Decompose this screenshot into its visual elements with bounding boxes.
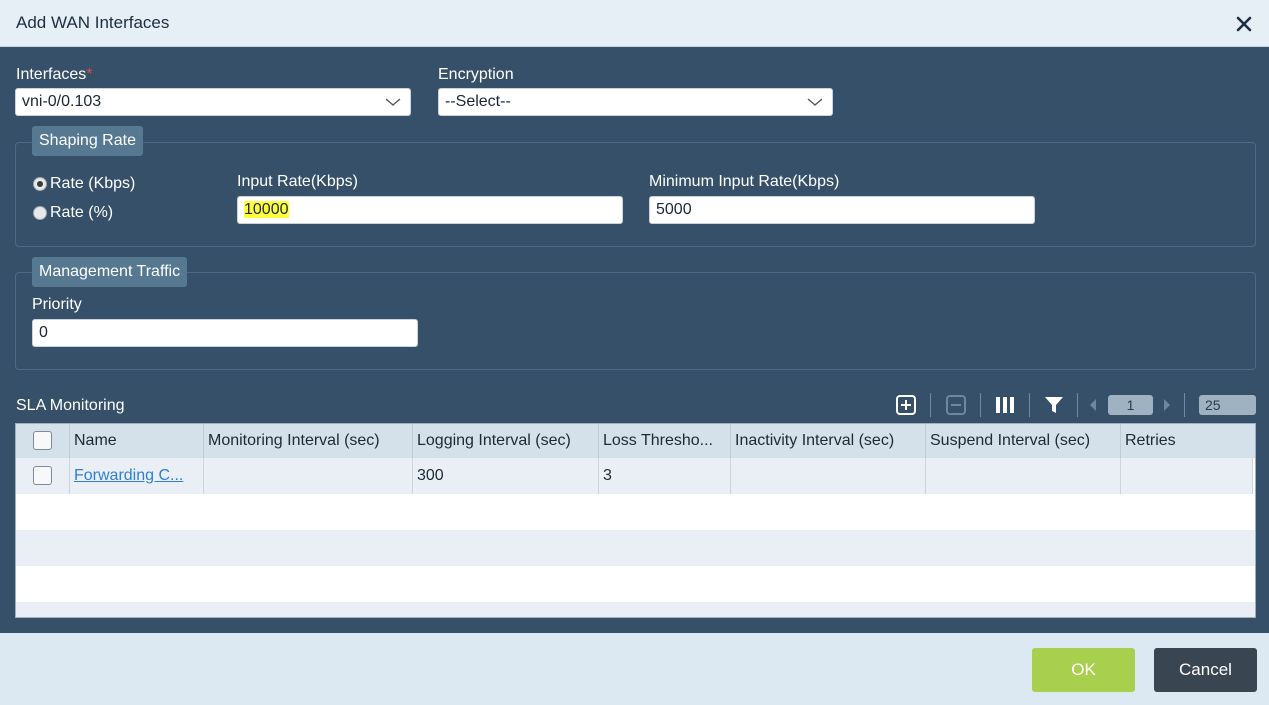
dialog-title: Add WAN Interfaces xyxy=(16,13,170,32)
suspend-cell xyxy=(926,458,1121,494)
interfaces-select[interactable]: vni-0/0.103 xyxy=(15,88,411,116)
rate-percent-radio[interactable]: Rate (%) xyxy=(33,204,113,222)
monitoring-cell xyxy=(204,458,413,494)
encryption-value: --Select-- xyxy=(445,93,511,110)
toolbar-divider xyxy=(1029,393,1030,417)
columns-icon[interactable] xyxy=(994,394,1016,416)
prev-page-icon[interactable] xyxy=(1086,394,1100,416)
add-icon[interactable] xyxy=(895,394,917,416)
page-size-select[interactable]: 25 xyxy=(1199,395,1256,415)
priority-input[interactable]: 0 xyxy=(32,319,418,347)
min-input-rate-label: Minimum Input Rate(Kbps) xyxy=(649,173,840,190)
row-checkbox-cell xyxy=(16,458,70,494)
page-number-input[interactable]: 1 xyxy=(1108,395,1153,415)
shaping-rate-legend: Shaping Rate xyxy=(32,126,143,156)
chevron-down-icon xyxy=(807,98,823,106)
inactivity-cell xyxy=(731,458,926,494)
radio-unselected-icon xyxy=(33,206,47,220)
column-header[interactable]: Inactivity Interval (sec) xyxy=(731,424,926,458)
table-header: Name Monitoring Interval (sec) Logging I… xyxy=(16,424,1255,458)
priority-label: Priority xyxy=(32,296,82,313)
management-traffic-legend: Management Traffic xyxy=(32,257,188,287)
retries-cell xyxy=(1121,458,1253,494)
logging-cell: 300 xyxy=(413,458,599,494)
column-header[interactable]: Suspend Interval (sec) xyxy=(926,424,1121,458)
select-all-checkbox[interactable] xyxy=(33,431,52,450)
toolbar-divider xyxy=(1077,393,1078,417)
required-mark: * xyxy=(86,66,93,83)
toolbar-divider xyxy=(1184,393,1185,417)
interfaces-value: vni-0/0.103 xyxy=(22,93,102,110)
input-rate-value: 10000 xyxy=(244,201,289,218)
close-icon[interactable] xyxy=(1233,10,1255,36)
shaping-rate-fieldset xyxy=(15,142,1256,247)
header-checkbox-cell xyxy=(16,424,70,458)
table-row[interactable]: Forwarding C... 300 3 xyxy=(16,458,1253,494)
column-header[interactable]: Monitoring Interval (sec) xyxy=(204,424,413,458)
priority-value: 0 xyxy=(39,324,48,341)
toolbar-divider xyxy=(930,393,931,417)
interfaces-label: Interfaces* xyxy=(16,66,93,83)
min-input-rate-value: 5000 xyxy=(656,201,692,218)
row-name-link[interactable]: Forwarding C... xyxy=(74,467,183,484)
column-header[interactable]: Name xyxy=(70,424,204,458)
next-page-icon[interactable] xyxy=(1160,394,1174,416)
min-input-rate-input[interactable]: 5000 xyxy=(649,196,1035,224)
input-rate-label: Input Rate(Kbps) xyxy=(237,173,358,190)
row-checkbox[interactable] xyxy=(33,466,52,485)
column-header[interactable]: Logging Interval (sec) xyxy=(413,424,599,458)
input-rate-input[interactable]: 10000 xyxy=(237,196,623,224)
name-cell: Forwarding C... xyxy=(70,458,204,494)
rate-kbps-radio[interactable]: Rate (Kbps) xyxy=(33,175,135,193)
ok-button[interactable]: OK xyxy=(1032,648,1135,692)
encryption-label: Encryption xyxy=(438,66,514,83)
empty-row xyxy=(16,494,1255,530)
sla-monitoring-title: SLA Monitoring xyxy=(16,397,125,414)
column-header[interactable]: Loss Thresho... xyxy=(599,424,731,458)
filter-icon[interactable] xyxy=(1043,394,1065,416)
rate-percent-label: Rate (%) xyxy=(50,204,114,221)
encryption-select[interactable]: --Select-- xyxy=(438,88,833,116)
dialog-titlebar: Add WAN Interfaces xyxy=(0,0,1269,47)
remove-icon[interactable] xyxy=(945,394,967,416)
empty-row xyxy=(16,602,1255,617)
toolbar-divider xyxy=(980,393,981,417)
empty-row xyxy=(16,566,1255,602)
dialog-body: Interfaces* vni-0/0.103 Encryption --Sel… xyxy=(0,47,1269,633)
empty-row xyxy=(16,530,1255,566)
column-header[interactable]: Retries xyxy=(1121,424,1255,458)
loss-threshold-cell: 3 xyxy=(599,458,731,494)
chevron-down-icon xyxy=(385,98,401,106)
sla-table: Name Monitoring Interval (sec) Logging I… xyxy=(15,423,1256,618)
dialog-footer: OK Cancel xyxy=(0,633,1269,705)
radio-selected-icon xyxy=(33,177,47,191)
rate-kbps-label: Rate (Kbps) xyxy=(50,175,136,192)
cancel-button[interactable]: Cancel xyxy=(1154,648,1257,692)
